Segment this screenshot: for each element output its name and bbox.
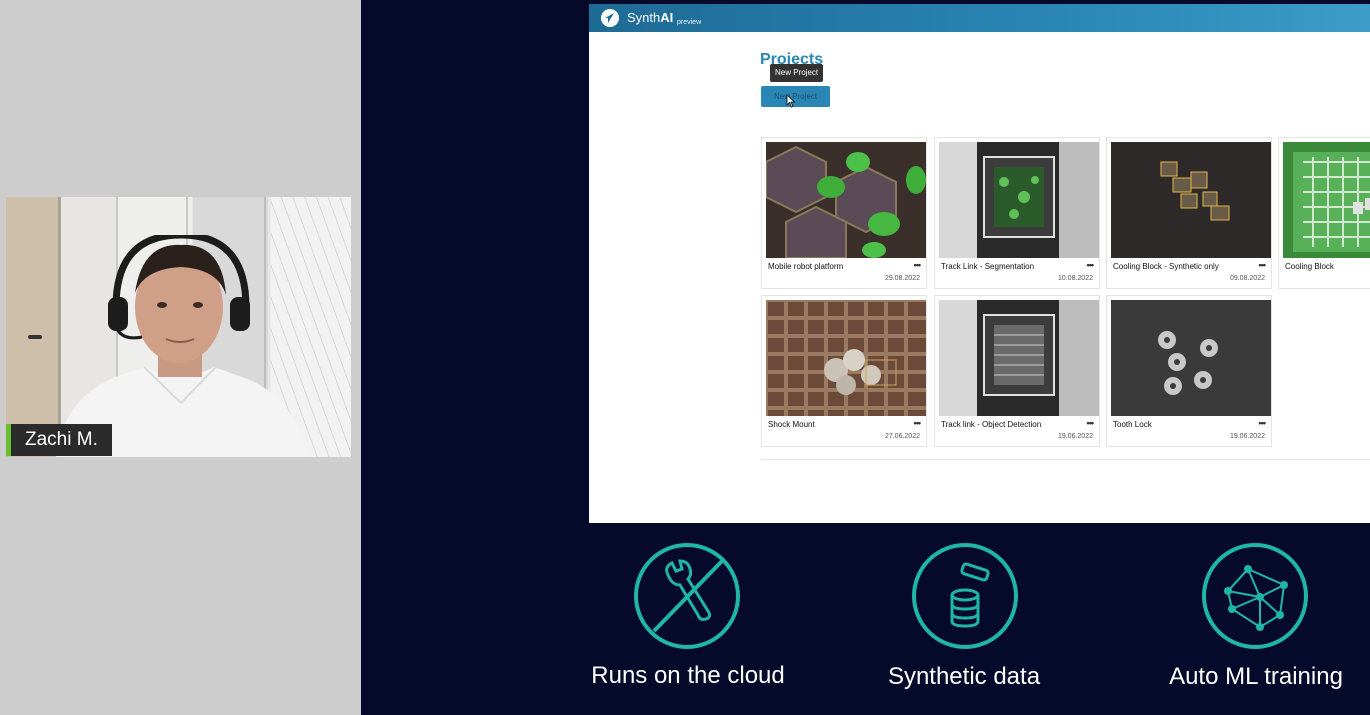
project-card[interactable]: Shock Mount ••• 27.06.2022 — [761, 295, 927, 447]
feature-cloud-label: Runs on the cloud — [591, 662, 785, 689]
app-header: SynthAI preview — [589, 4, 1370, 32]
project-date: 10.08.2022 — [1057, 275, 1093, 282]
project-name: Track Link - Segmentation — [941, 262, 1035, 271]
project-menu-button[interactable]: ••• — [1259, 260, 1267, 270]
project-card[interactable]: Track link - Object Detection ••• 19.06.… — [934, 295, 1100, 447]
project-date: 09.08.2022 — [1229, 275, 1265, 282]
feature-data-label: Synthetic data — [887, 663, 1041, 690]
project-date: 19.06.2022 — [1057, 433, 1093, 440]
project-name: Cooling Block — [1285, 262, 1334, 271]
project-date: 29.08.2022 — [884, 275, 920, 282]
door-handle — [28, 335, 42, 339]
brand-bold: AI — [660, 10, 674, 25]
project-card[interactable]: Cooling Block — [1278, 137, 1370, 289]
project-thumbnail — [766, 142, 926, 258]
participant-name-tag: Zachi M. — [6, 424, 112, 456]
project-name: Cooling Block - Synthetic only — [1113, 262, 1219, 271]
list-divider — [761, 459, 1370, 460]
neural-network-icon — [1224, 565, 1288, 631]
project-name: Shock Mount — [768, 420, 815, 429]
project-menu-button[interactable]: ••• — [1087, 260, 1095, 270]
project-thumbnail — [766, 300, 926, 416]
feature-automl-label: Auto ML training — [1169, 663, 1343, 690]
feature-automl-badge — [1202, 543, 1308, 649]
project-thumbnail — [939, 142, 1099, 258]
project-menu-button[interactable]: ••• — [914, 418, 922, 428]
synthai-logo-icon — [601, 9, 619, 27]
project-card[interactable]: Tooth Lock ••• 19.06.2022 — [1106, 295, 1272, 447]
project-menu-button[interactable]: ••• — [1259, 418, 1267, 428]
feature-data-badge — [912, 543, 1018, 649]
project-card[interactable]: Cooling Block - Synthetic only ••• 09.08… — [1106, 137, 1272, 289]
project-name: Tooth Lock — [1113, 420, 1152, 429]
project-card[interactable]: Track Link - Segmentation ••• 10.08.2022 — [934, 137, 1100, 289]
project-thumbnail — [939, 300, 1099, 416]
database-icon — [950, 562, 990, 628]
participant-video[interactable] — [6, 197, 351, 457]
project-date: 19.06.2022 — [1229, 433, 1265, 440]
project-name: Mobile robot platform — [768, 262, 844, 271]
brand-regular: Synth — [627, 10, 661, 25]
no-wrench-icon — [652, 559, 724, 633]
feature-cloud-badge — [634, 543, 740, 649]
shared-app-screen[interactable]: SynthAI preview Projects New Project New… — [589, 4, 1370, 523]
new-project-tooltip: New Project — [770, 64, 824, 82]
project-card[interactable]: Mobile robot platform ••• 29.08.2022 — [761, 137, 927, 289]
project-thumbnail — [1283, 142, 1370, 258]
project-name: Track link - Object Detection — [941, 420, 1042, 429]
project-thumbnail — [1111, 142, 1271, 258]
brand-suffix: preview — [677, 19, 702, 26]
app-brand: SynthAI — [627, 10, 673, 25]
project-date: 27.06.2022 — [884, 433, 920, 440]
mouse-cursor-icon — [786, 94, 796, 108]
project-menu-button[interactable]: ••• — [914, 260, 922, 270]
project-thumbnail — [1111, 300, 1271, 416]
project-menu-button[interactable]: ••• — [1087, 418, 1095, 428]
